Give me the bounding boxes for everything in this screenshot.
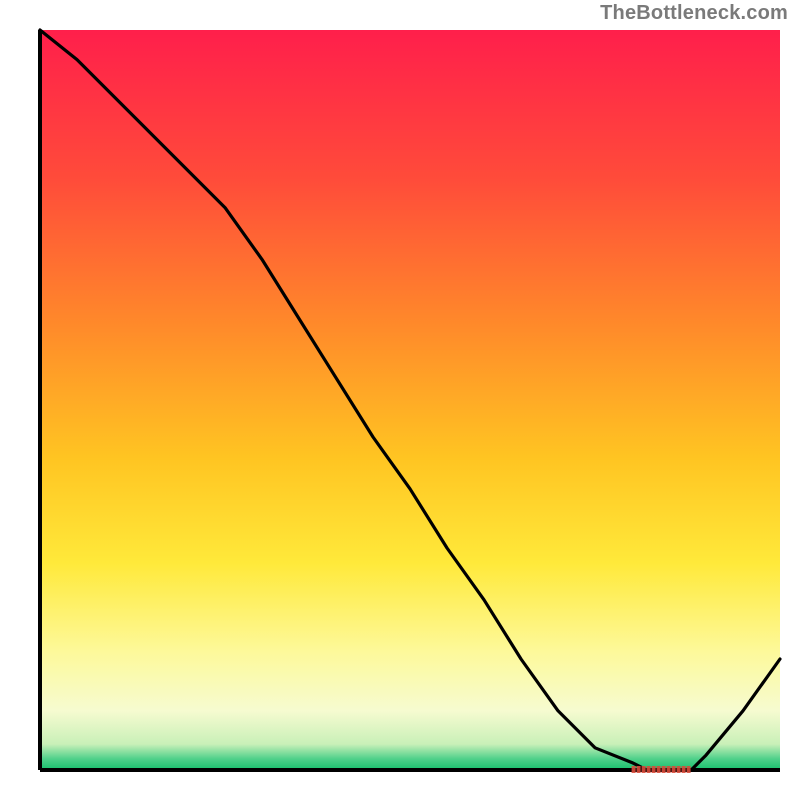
chart-svg [0, 0, 800, 800]
plot-background [40, 30, 780, 770]
chart-container: TheBottleneck.com [0, 0, 800, 800]
attribution-label: TheBottleneck.com [600, 2, 788, 25]
